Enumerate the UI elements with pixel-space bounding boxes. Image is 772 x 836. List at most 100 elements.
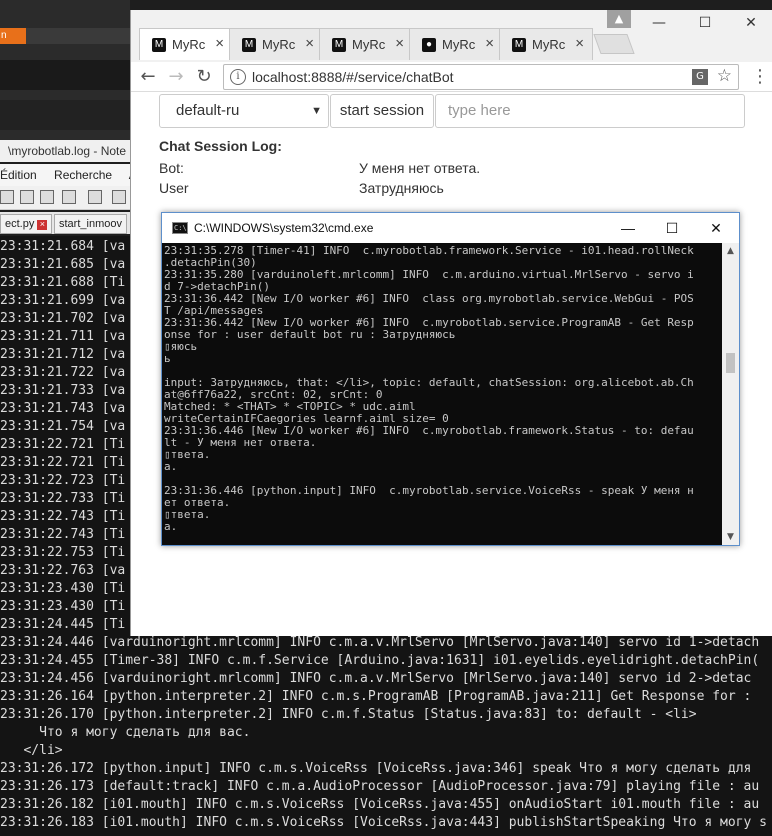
save-icon[interactable] (0, 190, 14, 204)
chat-input[interactable]: type here (435, 94, 745, 128)
browser-tab[interactable]: M MyRc × (319, 28, 413, 60)
minimize-button[interactable]: — (639, 12, 679, 34)
menu-edition[interactable]: Édition (0, 168, 37, 182)
notepad-toolbar (0, 186, 130, 210)
cmd-line: onse for : user default bot ru : Затрудн… (164, 328, 456, 341)
log-line: 23:31:23.430 [Ti (0, 581, 126, 596)
log-line: 23:31:24.455 [Timer-38] INFO c.m.f.Servi… (0, 653, 760, 668)
address-bar[interactable]: i localhost:8888/#/service/chatBot G ☆ (223, 64, 739, 90)
myrobotlab-icon: M (512, 38, 526, 52)
file-tab-label: start_inmoov (59, 218, 122, 230)
log-line: 23:31:22.753 [Ti (0, 545, 126, 560)
cmd-line: 23:31:36.446 [python.input] INFO c.myrob… (164, 484, 694, 497)
log-line: 23:31:24.456 [varduinoright.mrlcomm] INF… (0, 671, 752, 686)
close-tab-icon[interactable]: × (485, 35, 494, 52)
cmd-line: ь (164, 352, 171, 365)
log-line: 23:31:21.684 [va (0, 239, 126, 254)
log-line: 23:31:23.430 [Ti (0, 599, 126, 614)
log-line: </li> (0, 743, 63, 758)
log-line: 23:31:21.722 [va (0, 365, 126, 380)
log-line: 23:31:26.182 [i01.mouth] INFO c.m.s.Voic… (0, 797, 760, 812)
cmd-titlebar[interactable]: C:\ C:\WINDOWS\system32\cmd.exe — ☐ ✕ (162, 213, 739, 243)
close-tab-icon[interactable]: × (215, 35, 224, 52)
bookmark-star-icon[interactable]: ☆ (717, 66, 732, 86)
close-button[interactable]: ✕ (694, 217, 738, 239)
menu-recherche[interactable]: Recherche (54, 168, 112, 182)
dark-bar (26, 28, 130, 44)
info-icon[interactable]: i (230, 69, 246, 85)
close-icon[interactable]: × (37, 220, 48, 230)
orange-tab[interactable]: n (0, 28, 26, 44)
new-tab-button[interactable] (593, 34, 635, 54)
close-tab-icon[interactable]: × (305, 35, 314, 52)
github-icon: ● (422, 38, 436, 52)
scroll-thumb[interactable] (726, 353, 735, 373)
close-button[interactable]: ✕ (731, 12, 771, 34)
scroll-up-icon[interactable]: ▲ (722, 243, 739, 259)
start-session-button[interactable]: start session (330, 94, 434, 128)
log-line: 23:31:21.743 [va (0, 401, 126, 416)
menu-dots-icon[interactable]: ⋮ (751, 66, 769, 88)
file-tab[interactable]: ect.py × (0, 214, 53, 234)
log-line: 23:31:21.702 [va (0, 311, 126, 326)
url-text[interactable]: localhost:8888/#/service/chatBot (252, 69, 454, 85)
close-tab-icon[interactable]: × (395, 35, 404, 52)
close-file-icon[interactable] (40, 190, 54, 204)
log-line: 23:31:21.699 [va (0, 293, 126, 308)
desktop: n \myrobotlab.log - Note Édition Recherc… (0, 0, 772, 836)
chat-speaker: Bot: (159, 160, 184, 176)
cmd-console[interactable]: 23:31:35.278 [Timer-41] INFO c.myrobotla… (162, 243, 722, 545)
tab-label: MyRc (262, 37, 296, 52)
log-line: 23:31:21.688 [Ti (0, 275, 126, 290)
close-tab-icon[interactable]: × (575, 35, 584, 52)
notepad-menu: Édition Recherche A (0, 164, 130, 186)
scroll-down-icon[interactable]: ▼ (722, 529, 739, 545)
log-line: 23:31:21.754 [va (0, 419, 126, 434)
translate-icon[interactable]: G (692, 69, 708, 85)
file-tab-label: ect.py (5, 218, 35, 230)
log-line: 23:31:22.723 [Ti (0, 473, 126, 488)
log-line: 23:31:21.712 [va (0, 347, 126, 362)
log-line: 23:31:22.743 [Ti (0, 509, 126, 524)
save-all-icon[interactable] (20, 190, 34, 204)
log-line: Что я могу сделать для вас. (0, 725, 251, 740)
cmd-line: а. (164, 460, 178, 473)
maximize-button[interactable]: ☐ (650, 217, 694, 239)
log-line: 23:31:22.733 [Ti (0, 491, 126, 506)
log-line: 23:31:26.164 [python.interpreter.2] INFO… (0, 689, 752, 704)
browser-tab[interactable]: ● MyRc × (409, 28, 503, 60)
log-line: 23:31:22.721 [Ti (0, 455, 126, 470)
bot-select-value: default-ru (176, 102, 240, 119)
notepad-tabs: ect.py × start_inmoov (0, 212, 130, 234)
chevron-down-icon: ▼ (311, 105, 322, 117)
maximize-button[interactable]: ☐ (685, 12, 725, 34)
background-app: n (0, 0, 130, 140)
myrobotlab-icon: M (332, 38, 346, 52)
notepad-title: \myrobotlab.log - Note (0, 140, 130, 162)
myrobotlab-icon: M (152, 38, 166, 52)
log-line: 23:31:22.743 [Ti (0, 527, 126, 542)
scrollbar[interactable]: ▲ ▼ (722, 243, 739, 545)
tab-label: MyRc (532, 37, 566, 52)
browser-tab[interactable]: M MyRc × (139, 28, 233, 60)
log-line: 23:31:26.183 [i01.mouth] INFO c.m.s.Voic… (0, 815, 768, 830)
cmd-window: C:\ C:\WINDOWS\system32\cmd.exe — ☐ ✕ 23… (161, 212, 740, 546)
log-line: 23:31:22.721 [Ti (0, 437, 126, 452)
dark-panel (0, 60, 130, 90)
close-all-icon[interactable] (62, 190, 76, 204)
user-icon[interactable]: ▲ (607, 10, 631, 28)
reload-button[interactable]: ↻ (193, 66, 215, 88)
back-button[interactable]: ← (137, 66, 159, 88)
bot-select[interactable]: default-ru ▼ (159, 94, 329, 128)
log-line: 23:31:26.170 [python.interpreter.2] INFO… (0, 707, 697, 722)
minimize-button[interactable]: — (606, 217, 650, 239)
browser-tab[interactable]: M MyRc × (499, 28, 593, 60)
browser-toolbar: ← → ↻ i localhost:8888/#/service/chatBot… (131, 62, 772, 92)
cmd-icon: C:\ (172, 222, 188, 234)
print-icon[interactable] (88, 190, 102, 204)
cut-icon[interactable] (112, 190, 126, 204)
dark-panel (0, 100, 130, 130)
file-tab[interactable]: start_inmoov (54, 214, 127, 234)
browser-tab[interactable]: M MyRc × (229, 28, 323, 60)
forward-button[interactable]: → (165, 66, 187, 88)
